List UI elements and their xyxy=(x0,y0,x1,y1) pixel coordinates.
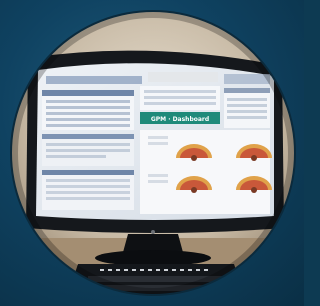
screen-header-right xyxy=(224,74,270,84)
screen-header-left xyxy=(46,76,142,84)
screen-header-mid xyxy=(148,72,218,82)
left-bottom-panel xyxy=(42,170,134,210)
monitor-logo-dot xyxy=(151,230,155,234)
right-panel xyxy=(224,88,270,128)
monitor-illustration: GPM · Dashboard xyxy=(10,10,296,296)
middle-table-panel xyxy=(140,86,220,110)
monitor-photo: GPM · Dashboard xyxy=(8,6,298,300)
left-table-panel xyxy=(42,90,134,130)
photo-frame: GPM · Dashboard xyxy=(0,0,304,306)
gauges-area xyxy=(140,130,272,214)
monitor-screen: GPM · Dashboard xyxy=(36,63,274,221)
banner-text: GPM · Dashboard xyxy=(151,116,209,123)
left-lower-panel xyxy=(42,134,134,166)
monitor-stand-base xyxy=(95,250,211,266)
teal-banner: GPM · Dashboard xyxy=(140,112,220,124)
